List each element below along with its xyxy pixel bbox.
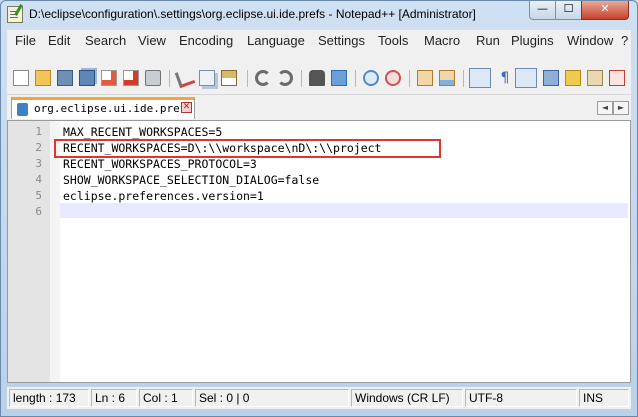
notepad-window: D:\eclipse\configuration\.settings\org.e… (0, 0, 638, 417)
line-number: 2 (35, 141, 42, 154)
menu-settings[interactable]: Settings (318, 33, 365, 48)
doc-map-icon[interactable] (543, 70, 559, 86)
new-file-icon[interactable] (13, 70, 29, 86)
word-wrap-icon[interactable] (469, 68, 491, 88)
line-number: 6 (35, 205, 42, 218)
menu-plugins[interactable]: Plugins (511, 33, 554, 48)
menu-encoding[interactable]: Encoding (179, 33, 233, 48)
print-icon[interactable] (145, 70, 161, 86)
menu-file[interactable]: File (15, 33, 36, 48)
redo-icon[interactable] (277, 70, 293, 86)
code-line[interactable]: RECENT_WORKSPACES_PROTOCOL=3 (63, 157, 257, 171)
status-insert-mode[interactable]: INS (579, 389, 629, 407)
status-length: length : 173 (9, 389, 89, 407)
tab-close-button[interactable]: ✕ (181, 102, 192, 113)
menu-tools[interactable]: Tools (378, 33, 408, 48)
status-line[interactable]: Ln : 6 (91, 389, 137, 407)
menu-window[interactable]: Window (567, 33, 613, 48)
indent-guide-icon[interactable] (515, 68, 537, 88)
menu-search[interactable]: Search (85, 33, 126, 48)
code-line[interactable]: MAX_RECENT_WORKSPACES=5 (63, 125, 222, 139)
minimize-button[interactable]: — (529, 1, 556, 20)
menu-help[interactable]: ? (621, 33, 628, 48)
title-bar[interactable]: D:\eclipse\configuration\.settings\org.e… (1, 1, 637, 29)
status-selection[interactable]: Sel : 0 | 0 (195, 389, 349, 407)
toolbar-separator (169, 70, 170, 87)
line-number: 3 (35, 157, 42, 170)
menu-view[interactable]: View (138, 33, 166, 48)
maximize-button[interactable]: ☐ (555, 1, 582, 20)
status-eol[interactable]: Windows (CR LF) (351, 389, 463, 407)
code-line[interactable]: eclipse.preferences.version=1 (63, 189, 264, 203)
save-all-icon[interactable] (79, 70, 95, 86)
file-saved-icon (17, 103, 28, 116)
show-all-chars-icon[interactable]: ¶ (497, 70, 513, 86)
window-title: D:\eclipse\configuration\.settings\org.e… (29, 7, 476, 21)
menu-language[interactable]: Language (247, 33, 305, 48)
fold-margin[interactable] (50, 121, 60, 382)
toolbar-separator (247, 70, 248, 87)
tab-scroll-left-button[interactable]: ◄ (597, 101, 613, 115)
code-line[interactable]: SHOW_WORKSPACE_SELECTION_DIALOG=false (63, 173, 319, 187)
replace-icon[interactable] (331, 70, 347, 86)
toolbar-separator (409, 70, 410, 87)
notepad-plus-plus-icon (7, 6, 23, 23)
folder-workspace-icon[interactable] (587, 70, 603, 86)
paste-icon[interactable] (221, 70, 237, 86)
find-icon[interactable] (309, 70, 325, 86)
close-button[interactable]: ✕ (581, 1, 629, 20)
current-line-highlight (60, 203, 628, 218)
sync-horizontal-icon[interactable] (439, 70, 455, 86)
record-macro-icon[interactable] (609, 70, 625, 86)
tab-org-eclipse-ui-ide-prefs[interactable]: org.eclipse.ui.ide.prefs ✕ (11, 97, 195, 119)
close-all-icon[interactable] (123, 70, 139, 86)
zoom-in-icon[interactable] (363, 70, 379, 86)
status-column[interactable]: Col : 1 (139, 389, 193, 407)
line-number: 5 (35, 189, 42, 202)
menu-edit[interactable]: Edit (48, 33, 70, 48)
save-icon[interactable] (57, 70, 73, 86)
tab-bar: org.eclipse.ui.ide.prefs ✕ ◄ ► (7, 95, 631, 120)
cut-icon[interactable] (174, 67, 196, 89)
menu-run[interactable]: Run (476, 33, 500, 48)
toolbar-separator (463, 70, 464, 87)
menu-bar: File Edit Search View Encoding Language … (7, 30, 631, 50)
status-bar: length : 173 Ln : 6 Col : 1 Sel : 0 | 0 … (7, 387, 631, 409)
tab-scroll-right-button[interactable]: ► (613, 101, 629, 115)
copy-icon[interactable] (199, 70, 215, 86)
tab-label: org.eclipse.ui.ide.prefs (34, 102, 193, 115)
toolbar-separator (301, 70, 302, 87)
close-icon[interactable] (101, 70, 117, 86)
toolbar: ¶ (7, 50, 631, 95)
open-file-icon[interactable] (35, 70, 51, 86)
toolbar-separator (355, 70, 356, 87)
undo-icon[interactable] (255, 70, 271, 86)
annotation-highlight-box (54, 139, 441, 158)
function-list-icon[interactable] (565, 70, 581, 86)
menu-macro[interactable]: Macro (424, 33, 460, 48)
status-encoding[interactable]: UTF-8 (465, 389, 577, 407)
line-number: 1 (35, 125, 42, 138)
line-number: 4 (35, 173, 42, 186)
zoom-out-icon[interactable] (385, 70, 401, 86)
sync-vertical-icon[interactable] (417, 70, 433, 86)
editor-area[interactable]: 1 2 3 4 5 6 MAX_RECENT_WORKSPACES=5 RECE… (7, 120, 631, 383)
